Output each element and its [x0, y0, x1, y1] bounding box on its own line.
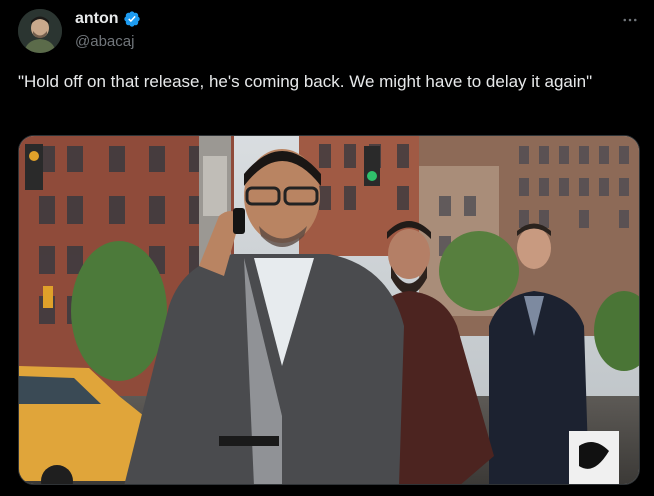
author-name-row: anton — [75, 10, 141, 28]
verified-badge-icon — [123, 10, 141, 28]
more-button[interactable] — [618, 8, 642, 32]
street-scene-photo — [19, 136, 639, 484]
tweet-photo[interactable] — [18, 135, 640, 485]
tweet-text: "Hold off on that release, he's coming b… — [18, 72, 593, 91]
avatar[interactable] — [18, 9, 62, 53]
more-horizontal-icon — [623, 18, 637, 22]
author-handle[interactable]: @abacaj — [75, 33, 134, 50]
author-display-name[interactable]: anton — [75, 10, 119, 28]
tweet: anton @abacaj "Hold off on that release,… — [0, 0, 654, 496]
